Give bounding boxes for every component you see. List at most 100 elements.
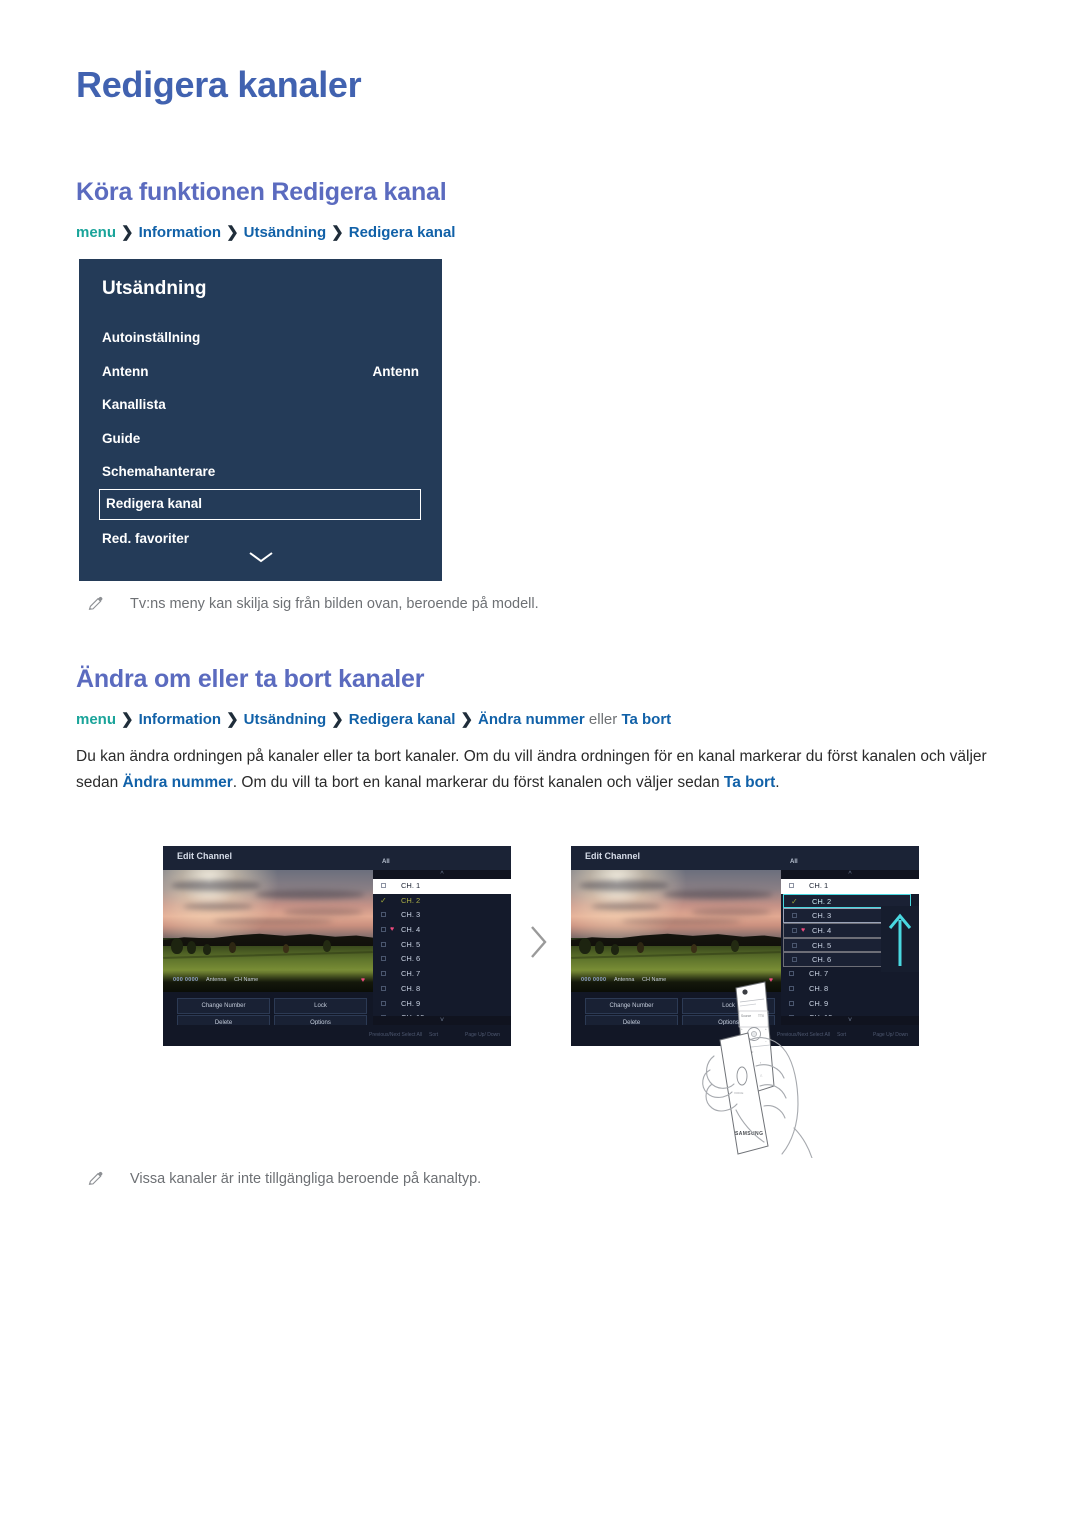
channel-row[interactable]: CH. 5 — [373, 938, 511, 953]
body-paragraph: Du kan ändra ordningen på kanaler eller … — [76, 744, 1002, 796]
breadcrumb-item-menu[interactable]: menu — [76, 224, 116, 241]
checkbox-icon[interactable] — [792, 913, 797, 919]
tree-shape — [203, 944, 211, 955]
chevron-right-icon: ❯ — [226, 224, 239, 241]
checkbox-icon[interactable] — [381, 912, 386, 918]
change-number-button[interactable]: Change Number — [177, 998, 270, 1014]
channel-row[interactable]: CH. 9 — [781, 997, 919, 1012]
svg-text:VOICE: VOICE — [734, 1091, 743, 1095]
tv-menu-item-label: Autoinställning — [102, 330, 201, 345]
tree-shape — [171, 938, 183, 954]
tv-menu-item-autoinstallning[interactable]: Autoinställning — [79, 321, 442, 355]
tree-shape — [731, 940, 739, 952]
channel-row[interactable]: CH. 8 — [781, 982, 919, 997]
tv-filter-label[interactable]: All — [382, 859, 390, 865]
svg-text:△: △ — [760, 1073, 763, 1077]
tv-menu-item-antenn[interactable]: Antenn Antenn — [79, 355, 442, 389]
checkbox-icon[interactable] — [381, 1000, 386, 1006]
checkbox-icon[interactable] — [792, 957, 797, 963]
arrow-up-icon — [888, 913, 912, 966]
checkbox-icon[interactable] — [789, 971, 794, 977]
cloud-shape — [255, 890, 365, 899]
status-hint: Previous/Next Select All — [777, 1032, 831, 1038]
cloud-shape — [621, 918, 741, 925]
channel-label: CH. 9 — [809, 998, 829, 1008]
channel-label: CH. 1 — [401, 881, 421, 890]
tv-status-bar: Previous/Next Select All Sort Page Up/ D… — [163, 1025, 511, 1046]
breadcrumb-item-information[interactable]: Information — [139, 224, 222, 241]
tv-menu-item-redigera-kanal[interactable]: Redigera kanal — [79, 488, 442, 523]
channel-row[interactable]: CH. 8 — [373, 982, 511, 997]
channel-info-overlay: 000 0000 Antenna CH Name ♥ — [571, 970, 781, 992]
channel-row[interactable]: CH. 9 — [373, 997, 511, 1012]
channel-row[interactable]: ✓ CH. 2 — [373, 894, 511, 909]
checkbox-icon[interactable] — [381, 883, 386, 888]
heart-icon: ♥ — [801, 927, 806, 935]
tree-shape — [637, 942, 644, 953]
paragraph-part-2: . Om du vill ta bort en kanal markerar d… — [232, 774, 724, 791]
channel-row[interactable]: CH. 1 — [373, 879, 511, 894]
tv-status-bar: Previous/Next Select All Sort Page Up/ D… — [571, 1025, 919, 1046]
checkbox-icon[interactable] — [381, 956, 386, 962]
tv-filter-label[interactable]: All — [790, 859, 798, 865]
checkbox-icon[interactable] — [789, 985, 794, 991]
breadcrumb-item-information[interactable]: Information — [139, 711, 222, 728]
svg-text:SAMSUNG: SAMSUNG — [735, 1131, 763, 1137]
channel-label: CH. 4 — [401, 925, 421, 935]
breadcrumb-item-utsandning[interactable]: Utsändning — [244, 224, 327, 241]
checkbox-icon[interactable] — [381, 941, 386, 947]
svg-text:MENU: MENU — [745, 1050, 753, 1054]
checkbox-icon[interactable] — [792, 928, 797, 934]
remote-lower-body: VOICE SAMSUNG — [719, 1032, 769, 1155]
breadcrumb-item-andra-nummer[interactable]: Ändra nummer — [478, 711, 585, 728]
checkbox-icon[interactable] — [789, 1000, 794, 1006]
lock-button[interactable]: Lock — [274, 998, 367, 1014]
tv-menu-item-schemahanterare[interactable]: Schemahanterare — [79, 455, 442, 489]
checkbox-icon[interactable] — [789, 883, 794, 888]
tv-menu-panel: Utsändning Autoinställning Antenn Antenn… — [79, 259, 442, 581]
channel-number: 000 0000 — [173, 977, 199, 983]
svg-text:‹: ‹ — [743, 1061, 745, 1065]
status-hint: Sort — [837, 1032, 847, 1038]
chevron-right-icon: ❯ — [460, 711, 474, 728]
breadcrumb-item-ta-bort[interactable]: Ta bort — [621, 711, 671, 728]
section-heading-1: Köra funktionen Redigera kanal — [76, 178, 447, 206]
section-heading-2: Ändra om eller ta bort kanaler — [76, 665, 425, 693]
channel-label: CH. 8 — [401, 983, 421, 993]
tv-menu-item-label: Guide — [102, 430, 141, 446]
tree-shape — [187, 941, 196, 954]
change-number-button[interactable]: Change Number — [585, 998, 678, 1014]
breadcrumb-item-utsandning[interactable]: Utsändning — [244, 711, 327, 728]
chevron-right-icon: ❯ — [331, 711, 344, 728]
scroll-up-icon[interactable]: ^ — [373, 870, 511, 879]
pencil-icon — [86, 1170, 104, 1188]
channel-row[interactable]: CH. 6 — [373, 952, 511, 967]
scroll-down-icon[interactable]: ˅ — [781, 1016, 919, 1025]
tv-menu-item-guide[interactable]: Guide — [79, 422, 442, 456]
channel-label: CH. 8 — [809, 983, 829, 993]
cloud-shape — [663, 890, 773, 899]
heart-icon: ♥ — [360, 977, 365, 984]
checkbox-icon[interactable] — [381, 985, 386, 991]
checkbox-icon[interactable] — [381, 927, 386, 933]
lock-button[interactable]: Lock — [682, 998, 775, 1014]
tv-screen-title: Edit Channel — [177, 851, 233, 861]
paragraph-bold-andra-nummer: Ändra nummer — [122, 774, 233, 791]
channel-row[interactable]: CH. 1 — [781, 879, 919, 894]
chevron-down-icon[interactable] — [79, 550, 442, 569]
breadcrumb-item-redigera-kanal[interactable]: Redigera kanal — [349, 711, 456, 728]
scroll-down-icon[interactable]: ˅ — [373, 1016, 511, 1025]
channel-row[interactable]: CH. 3 — [373, 908, 511, 923]
checkbox-icon[interactable] — [792, 942, 797, 948]
status-hint: Page Up/ Down — [873, 1032, 909, 1038]
breadcrumb-item-menu[interactable]: menu — [76, 711, 116, 728]
checkbox-icon[interactable] — [381, 971, 386, 977]
channel-label: CH. 7 — [809, 969, 829, 979]
channel-row[interactable]: ♥ CH. 4 — [373, 923, 511, 938]
breadcrumb-item-redigera-kanal[interactable]: Redigera kanal — [349, 224, 456, 241]
paragraph-bold-ta-bort: Ta bort — [723, 774, 776, 791]
tree-shape — [595, 941, 604, 954]
scroll-up-icon[interactable]: ^ — [781, 870, 919, 879]
tv-menu-item-kanallista[interactable]: Kanallista — [79, 388, 442, 422]
channel-row[interactable]: CH. 7 — [373, 967, 511, 982]
